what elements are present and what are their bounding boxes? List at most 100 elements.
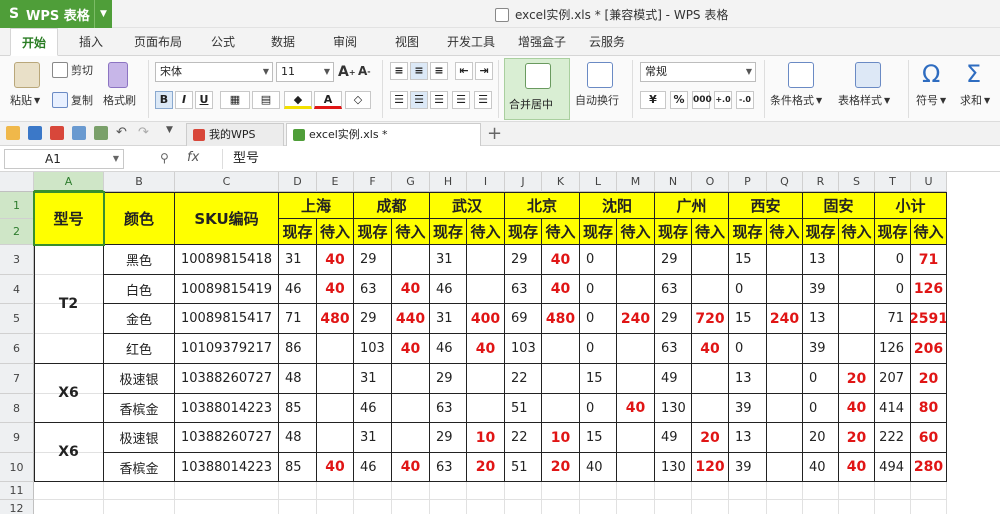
column-header-n[interactable]: N xyxy=(655,172,692,192)
grid-cell[interactable] xyxy=(839,482,875,500)
grid-cell[interactable] xyxy=(430,482,467,500)
stock-cell[interactable]: 48 xyxy=(279,423,317,453)
header-stock[interactable]: 现存 xyxy=(875,219,911,245)
grid-cell[interactable] xyxy=(467,482,505,500)
column-header-r[interactable]: R xyxy=(803,172,839,192)
row-header-11[interactable]: 11 xyxy=(0,482,34,500)
incoming-cell[interactable] xyxy=(617,275,655,304)
bold-button[interactable]: B xyxy=(155,91,173,109)
chevron-down-icon[interactable]: ▼ xyxy=(94,0,112,28)
incoming-cell[interactable]: 20 xyxy=(839,364,875,394)
incoming-cell[interactable] xyxy=(392,423,430,453)
header-city[interactable]: 沈阳 xyxy=(580,192,655,219)
column-header-s[interactable]: S xyxy=(839,172,875,192)
font-grow-button[interactable]: A + xyxy=(338,64,356,80)
color-cell[interactable]: 黑色 xyxy=(104,245,175,275)
align-left-icon[interactable]: ☰ xyxy=(390,91,408,109)
header-stock[interactable]: 现存 xyxy=(430,219,467,245)
column-header-d[interactable]: D xyxy=(279,172,317,192)
stock-cell[interactable]: 0 xyxy=(580,304,617,334)
stock-cell[interactable]: 46 xyxy=(430,334,467,364)
row-header-4[interactable]: 4 xyxy=(0,275,34,304)
grid-cell[interactable] xyxy=(354,482,392,500)
align-top-icon[interactable]: ≡ xyxy=(390,62,408,80)
column-header-l[interactable]: L xyxy=(580,172,617,192)
row-header-8[interactable]: 8 xyxy=(0,394,34,423)
undo-icon[interactable]: ↶ xyxy=(116,125,130,140)
print-preview-icon[interactable] xyxy=(94,126,108,140)
incoming-cell[interactable] xyxy=(692,245,729,275)
stock-cell[interactable]: 63 xyxy=(354,275,392,304)
incoming-cell[interactable] xyxy=(542,364,580,394)
incoming-cell[interactable] xyxy=(767,423,803,453)
stock-cell[interactable]: 31 xyxy=(354,423,392,453)
grid-cell[interactable] xyxy=(392,482,430,500)
italic-button[interactable]: I xyxy=(175,91,193,109)
row-header-1[interactable]: 1 xyxy=(0,192,34,219)
incoming-cell[interactable]: 40 xyxy=(317,275,354,304)
font-name-select[interactable]: 宋体 ▼ xyxy=(155,62,273,82)
row-header-6[interactable]: 6 xyxy=(0,334,34,364)
stock-cell[interactable]: 0 xyxy=(580,334,617,364)
stock-cell[interactable]: 22 xyxy=(505,423,542,453)
incoming-cell[interactable]: 40 xyxy=(542,275,580,304)
incoming-cell[interactable]: 240 xyxy=(767,304,803,334)
header-city[interactable]: 北京 xyxy=(505,192,580,219)
sku-cell[interactable]: 10089815419 xyxy=(175,275,279,304)
stock-cell[interactable]: 13 xyxy=(803,304,839,334)
header-incoming[interactable]: 待入 xyxy=(617,219,655,245)
grid-cell[interactable] xyxy=(617,500,655,514)
model-group-cell[interactable]: T2 xyxy=(34,245,104,364)
grid-cell[interactable] xyxy=(354,500,392,514)
column-header-a[interactable]: A xyxy=(34,172,104,192)
stock-cell[interactable]: 46 xyxy=(354,394,392,423)
grid-cell[interactable] xyxy=(911,500,947,514)
incoming-cell[interactable]: 400 xyxy=(467,304,505,334)
stock-cell[interactable]: 126 xyxy=(875,334,911,364)
incoming-cell[interactable]: 40 xyxy=(317,453,354,482)
color-cell[interactable]: 极速银 xyxy=(104,423,175,453)
column-header-c[interactable]: C xyxy=(175,172,279,192)
grid-cell[interactable] xyxy=(692,500,729,514)
header-stock[interactable]: 现存 xyxy=(279,219,317,245)
stock-cell[interactable]: 63 xyxy=(430,394,467,423)
incoming-cell[interactable]: 80 xyxy=(911,394,947,423)
wrap-text-button[interactable]: 自动换行 xyxy=(575,92,619,108)
column-header-i[interactable]: I xyxy=(467,172,505,192)
stock-cell[interactable]: 0 xyxy=(875,245,911,275)
grid-cell[interactable] xyxy=(392,500,430,514)
stock-cell[interactable]: 29 xyxy=(354,304,392,334)
header-stock[interactable]: 现存 xyxy=(729,219,767,245)
sku-cell[interactable]: 10089815417 xyxy=(175,304,279,334)
color-cell[interactable]: 金色 xyxy=(104,304,175,334)
conditional-format-button[interactable]: 条件格式 ▼ xyxy=(770,92,822,108)
color-cell[interactable]: 香槟金 xyxy=(104,453,175,482)
stock-cell[interactable]: 51 xyxy=(505,394,542,423)
grid-cell[interactable] xyxy=(317,500,354,514)
copy-button[interactable]: 复制 xyxy=(52,92,93,108)
incoming-cell[interactable] xyxy=(839,245,875,275)
incoming-cell[interactable] xyxy=(692,394,729,423)
incoming-cell[interactable]: 206 xyxy=(911,334,947,364)
incoming-cell[interactable]: 120 xyxy=(692,453,729,482)
redo-icon[interactable]: ↷ xyxy=(138,125,152,140)
incoming-cell[interactable] xyxy=(617,423,655,453)
incoming-cell[interactable] xyxy=(467,364,505,394)
name-box[interactable]: A1 ▼ xyxy=(4,149,124,169)
stock-cell[interactable]: 0 xyxy=(580,275,617,304)
stock-cell[interactable]: 0 xyxy=(729,275,767,304)
header-stock[interactable]: 现存 xyxy=(803,219,839,245)
print-icon[interactable] xyxy=(72,126,86,140)
distribute-icon[interactable]: ☰ xyxy=(474,91,492,109)
incoming-cell[interactable] xyxy=(767,275,803,304)
color-cell[interactable]: 红色 xyxy=(104,334,175,364)
save-icon[interactable] xyxy=(28,126,42,140)
grid-cell[interactable] xyxy=(803,482,839,500)
justify-icon[interactable]: ☰ xyxy=(452,91,470,109)
incoming-cell[interactable] xyxy=(317,334,354,364)
row-header-10[interactable]: 10 xyxy=(0,453,34,482)
stock-cell[interactable]: 0 xyxy=(729,334,767,364)
new-tab-button[interactable]: + xyxy=(487,123,502,144)
stock-cell[interactable]: 15 xyxy=(580,423,617,453)
stock-cell[interactable]: 0 xyxy=(580,394,617,423)
